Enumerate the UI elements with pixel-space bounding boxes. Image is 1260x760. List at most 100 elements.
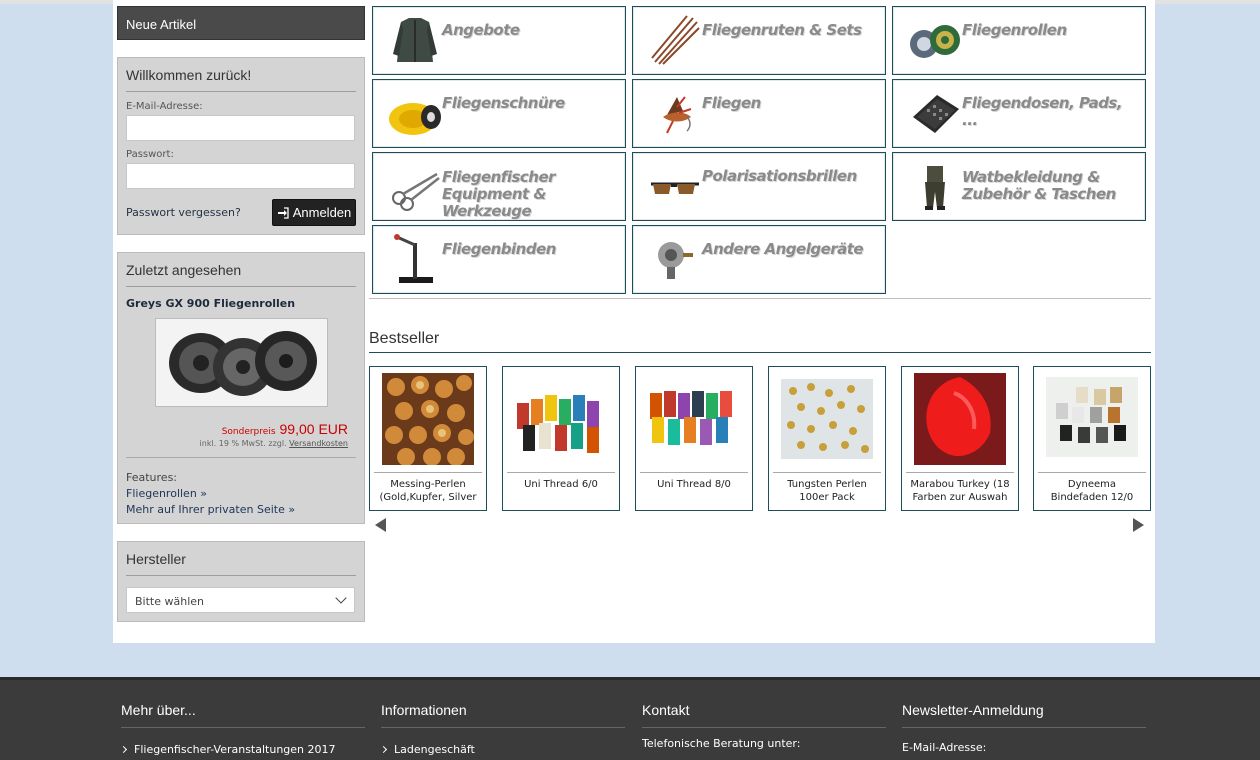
product-card[interactable]: Dyneema Bindefaden 12/0 <box>1033 366 1151 511</box>
carousel-prev-icon[interactable] <box>375 518 386 532</box>
product-name[interactable]: Uni Thread 8/0 <box>640 478 748 491</box>
thread-spools-icon <box>515 373 607 465</box>
manufacturer-select-value: Bitte wählen <box>135 595 204 608</box>
password-field[interactable] <box>126 163 355 189</box>
footer-link[interactable]: Fliegenfischer-Veranstaltungen 2017 <box>119 743 365 756</box>
footer-col-newsletter: Newsletter-Anmeldung E-Mail-Adresse: <box>902 702 1146 754</box>
divider <box>906 472 1014 473</box>
special-price-value: 99,00 EUR <box>279 421 348 437</box>
spinning-reel-icon <box>658 242 693 279</box>
footer-title: Newsletter-Anmeldung <box>902 702 1146 728</box>
category-tile-equipment[interactable]: Fliegenfischer Equipment & Werkzeuge <box>372 152 626 221</box>
forgot-password-link[interactable]: Passwort vergessen? <box>126 206 241 219</box>
divider <box>374 472 482 473</box>
product-card[interactable]: Marabou Turkey (18 Farben zur Auswah <box>901 366 1019 511</box>
product-name[interactable]: Marabou Turkey (18 Farben zur Auswah <box>906 478 1014 504</box>
thread-spools-icon <box>648 373 740 465</box>
category-tile-fliegenschnuere[interactable]: Fliegenschnüre <box>372 79 626 148</box>
divider <box>1038 472 1146 473</box>
product-name[interactable]: Messing-Perlen (Gold,Kupfer, Silver <box>374 478 482 504</box>
category-label: Fliegenfischer Equipment & Werkzeuge <box>442 168 556 220</box>
fly-reel-icon <box>910 25 960 58</box>
forceps-icon <box>392 172 440 211</box>
features-label: Features: <box>126 471 178 484</box>
category-tile-fliegendosen[interactable]: Fliegendosen, Pads, ... <box>892 79 1146 148</box>
category-tile-fliegenrollen[interactable]: Fliegenrollen <box>892 6 1146 75</box>
footer-title: Mehr über... <box>121 702 365 728</box>
recent-product-image[interactable] <box>155 318 328 407</box>
category-tile-andere[interactable]: Andere Angelgeräte <box>632 225 886 294</box>
new-articles-header[interactable]: Neue Artikel <box>117 6 365 40</box>
category-label: Andere Angelgeräte <box>702 240 864 258</box>
product-name[interactable]: Dyneema Bindefaden 12/0 <box>1038 478 1146 504</box>
product-card[interactable]: Tungsten Perlen 100er Pack <box>768 366 886 511</box>
footer-title: Informationen <box>381 702 625 728</box>
category-label: Watbekleidung & Zubehör & Taschen <box>962 168 1116 203</box>
category-label: Fliegen <box>702 94 761 112</box>
category-tile-fliegenbinden[interactable]: Fliegenbinden <box>372 225 626 294</box>
category-label: Fliegenrollen <box>962 21 1067 39</box>
divider <box>640 472 748 473</box>
divider <box>507 472 615 473</box>
product-name[interactable]: Tungsten Perlen 100er Pack <box>773 478 881 504</box>
footer-link[interactable]: Ladengeschäft <box>379 743 625 756</box>
vise-icon <box>394 234 433 283</box>
email-field[interactable] <box>126 115 355 141</box>
tax-note-text: inkl. 19 % MwSt. zzgl. <box>199 439 287 448</box>
category-label: Fliegenbinden <box>442 240 556 258</box>
category-tile-angebote[interactable]: Angebote <box>372 6 626 75</box>
login-button-label: Anmelden <box>292 205 352 220</box>
features-link[interactable]: Fliegenrollen » <box>126 486 295 502</box>
jacket-icon <box>393 18 437 62</box>
category-tile-fliegen[interactable]: Fliegen <box>632 79 886 148</box>
carousel-next-icon[interactable] <box>1133 518 1144 532</box>
recently-viewed-box: Zuletzt angesehen Greys GX 900 Fliegenro… <box>117 252 365 524</box>
footer-col-more: Mehr über... Fliegenfischer-Veranstaltun… <box>119 702 365 756</box>
fly-reel-image-icon <box>156 319 327 406</box>
category-label: Angebote <box>442 21 520 39</box>
shipping-link[interactable]: Versandkosten <box>289 439 348 448</box>
category-tile-watbekleidung[interactable]: Watbekleidung & Zubehör & Taschen <box>892 152 1146 221</box>
divider <box>773 472 881 473</box>
product-name[interactable]: Uni Thread 6/0 <box>507 478 615 491</box>
login-button[interactable]: Anmelden <box>272 199 356 226</box>
manufacturer-select[interactable]: Bitte wählen <box>126 587 355 613</box>
category-label: Fliegendosen, Pads, ... <box>962 94 1123 129</box>
tungsten-beads-icon <box>781 379 873 459</box>
footer-link-label: Ladengeschäft <box>394 743 475 756</box>
tax-note: inkl. 19 % MwSt. zzgl. Versandkosten <box>200 439 348 448</box>
category-tile-fliegenruten[interactable]: Fliegenruten & Sets <box>632 6 886 75</box>
chevron-down-icon <box>335 592 347 604</box>
chevron-right-icon <box>119 745 128 754</box>
footer-col-contact: Kontakt Telefonische Beratung unter: <box>642 702 886 750</box>
newsletter-email-label: E-Mail-Adresse: <box>902 741 987 754</box>
footer-text: Telefonische Beratung unter: <box>642 737 801 750</box>
private-page-link[interactable]: Mehr auf Ihrer privaten Seite » <box>126 502 295 518</box>
fly-line-icon <box>389 103 441 135</box>
divider <box>369 352 1151 353</box>
beads-icon <box>382 373 474 465</box>
category-label: Fliegenschnüre <box>442 94 565 112</box>
product-card[interactable]: Messing-Perlen (Gold,Kupfer, Silver <box>369 366 487 511</box>
recently-viewed-title: Zuletzt angesehen <box>126 253 356 287</box>
password-label: Passwort: <box>126 149 174 160</box>
product-card[interactable]: Uni Thread 6/0 <box>502 366 620 511</box>
login-box: Willkommen zurück! E-Mail-Adresse: Passw… <box>117 57 365 235</box>
footer-link-label: Fliegenfischer-Veranstaltungen 2017 <box>134 743 336 756</box>
fly-icon <box>663 96 692 134</box>
category-tile-brillen[interactable]: Polarisationsbrillen <box>632 152 886 221</box>
product-card[interactable]: Uni Thread 8/0 <box>635 366 753 511</box>
sign-in-icon <box>277 206 289 219</box>
manufacturer-title: Hersteller <box>126 542 356 576</box>
waders-icon <box>925 166 945 210</box>
new-articles-label: Neue Artikel <box>126 17 197 32</box>
chevron-right-icon <box>379 745 388 754</box>
fly-box-icon <box>913 95 959 133</box>
footer: Mehr über... Fliegenfischer-Veranstaltun… <box>0 677 1260 760</box>
divider <box>126 457 356 458</box>
features-block: Features: Fliegenrollen » Mehr auf Ihrer… <box>126 470 295 518</box>
fly-rod-icon <box>651 15 700 65</box>
recent-product-name[interactable]: Greys GX 900 Fliegenrollen <box>126 297 295 310</box>
marabou-icon <box>914 373 1006 465</box>
category-label: Polarisationsbrillen <box>702 167 857 185</box>
